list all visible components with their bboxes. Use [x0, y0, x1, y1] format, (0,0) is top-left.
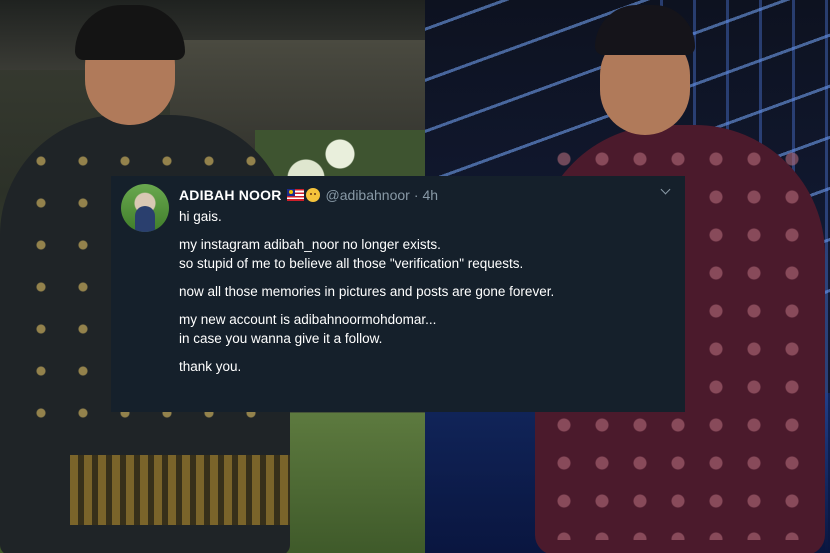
tweet-card[interactable]: ADIBAH NOOR @adibahnoor · 4h hi gais. my… — [111, 176, 685, 412]
face-emoji-icon — [305, 188, 320, 202]
tweet-body: hi gais. my instagram adibah_noor no lon… — [179, 207, 669, 376]
tweet-line: now all those memories in pictures and p… — [179, 284, 555, 299]
timestamp[interactable]: 4h — [422, 187, 438, 203]
tweet-line: my new account is adibahnoormohdomar... — [179, 312, 437, 327]
avatar[interactable] — [121, 184, 169, 232]
user-handle[interactable]: @adibahnoor — [326, 187, 410, 203]
chevron-down-icon[interactable] — [661, 186, 671, 196]
tweet-line: in case you wanna give it a follow. — [179, 331, 383, 346]
tweet-line: thank you. — [179, 359, 242, 374]
tweet-line: hi gais. — [179, 209, 222, 224]
display-name[interactable]: ADIBAH NOOR — [179, 187, 282, 203]
tweet-line: my instagram adibah_noor no longer exist… — [179, 237, 441, 252]
separator-dot: · — [413, 187, 419, 203]
avatar-figure — [135, 206, 155, 232]
person-left-trim — [70, 455, 290, 525]
tweet-header: ADIBAH NOOR @adibahnoor · 4h — [179, 185, 438, 205]
flag-star — [288, 190, 293, 194]
malaysia-flag-icon — [286, 189, 304, 201]
tweet-line: so stupid of me to believe all those "ve… — [179, 256, 524, 271]
